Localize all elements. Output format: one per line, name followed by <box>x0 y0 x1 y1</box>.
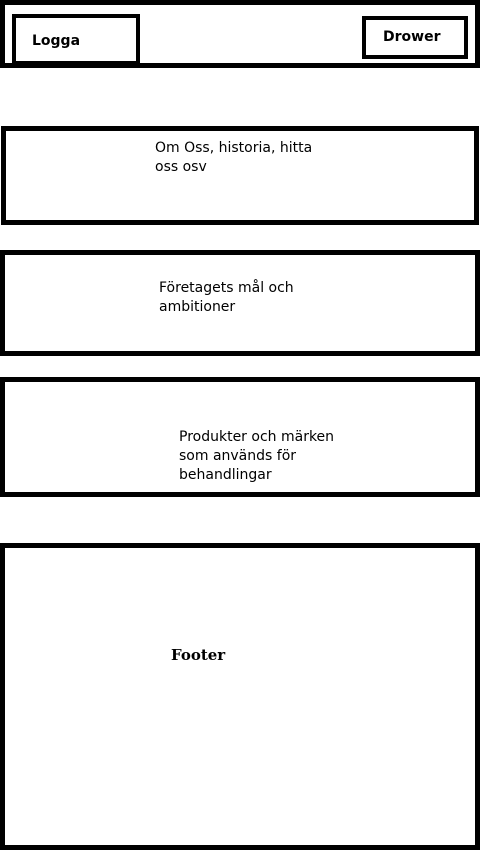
header-bar: Logga Drower <box>0 0 480 68</box>
logo-label: Logga <box>32 33 81 49</box>
products-section: Produkter och märken som används för beh… <box>0 377 480 497</box>
drawer-label: Drower <box>383 29 441 45</box>
about-section-text: Om Oss, historia, hitta oss osv <box>155 140 313 175</box>
drawer-button[interactable]: Drower <box>362 16 468 59</box>
goals-section: Företagets mål och ambitioner <box>0 250 480 356</box>
products-section-text: Produkter och märken som används för beh… <box>179 429 335 483</box>
footer: Footer <box>0 543 480 850</box>
about-section: Om Oss, historia, hitta oss osv <box>1 126 479 225</box>
logo-placeholder[interactable]: Logga <box>12 14 140 65</box>
footer-label: Footer <box>171 646 226 664</box>
goals-section-text: Företagets mål och ambitioner <box>159 280 294 315</box>
